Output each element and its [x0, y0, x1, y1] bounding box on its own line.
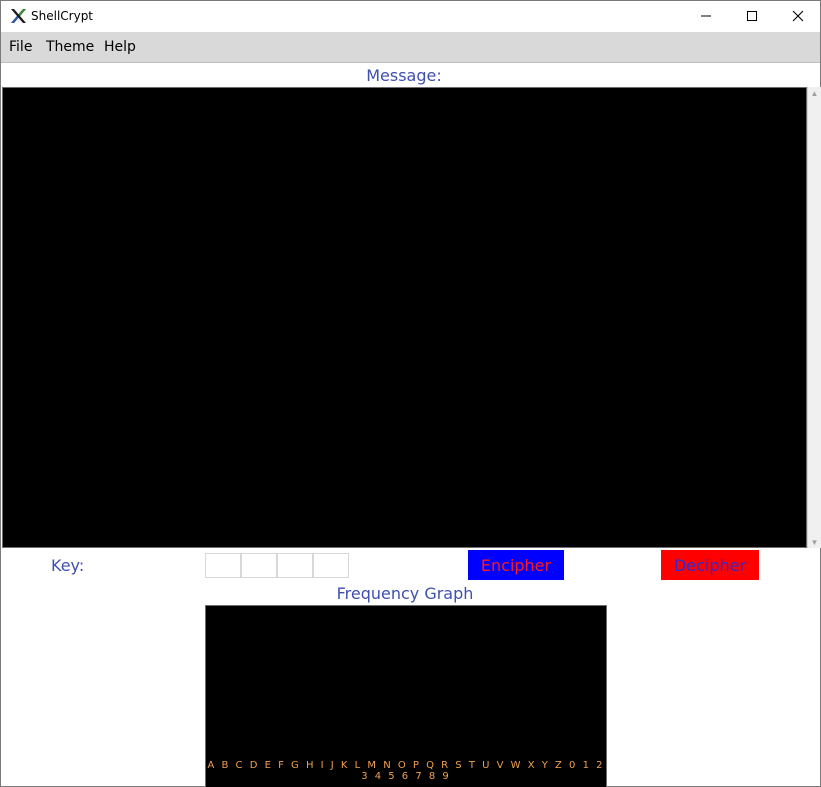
app-window: ShellCrypt File Theme Help Message: ▲ ▼ …: [0, 0, 821, 787]
scroll-down-icon[interactable]: ▼: [808, 536, 821, 548]
maximize-icon[interactable]: [729, 1, 775, 31]
key-input-1[interactable]: [205, 553, 241, 578]
menu-bar: File Theme Help: [1, 32, 820, 63]
message-label: Message:: [366, 66, 442, 85]
encipher-button[interactable]: Encipher: [468, 550, 564, 580]
menu-theme[interactable]: Theme: [46, 39, 94, 55]
key-input-2[interactable]: [241, 553, 277, 578]
decipher-button[interactable]: Decipher: [661, 550, 759, 580]
frequency-axis-letters: A B C D E F G H I J K L M N O P Q R S T …: [207, 760, 605, 782]
frequency-graph: A B C D E F G H I J K L M N O P Q R S T …: [205, 605, 607, 787]
message-scrollbar[interactable]: ▲ ▼: [807, 87, 821, 548]
minimize-icon[interactable]: [683, 1, 729, 31]
key-input-4[interactable]: [313, 553, 349, 578]
menu-help[interactable]: Help: [104, 39, 136, 55]
app-x-icon: [9, 7, 27, 25]
frequency-graph-label: Frequency Graph: [336, 584, 474, 603]
menu-file[interactable]: File: [9, 39, 32, 55]
scroll-up-icon[interactable]: ▲: [808, 87, 821, 99]
key-label: Key:: [51, 556, 85, 575]
close-icon[interactable]: [775, 1, 821, 31]
window-title: ShellCrypt: [31, 9, 94, 23]
key-input-3[interactable]: [277, 553, 313, 578]
message-textarea[interactable]: [2, 87, 807, 548]
title-bar[interactable]: ShellCrypt: [1, 1, 820, 31]
